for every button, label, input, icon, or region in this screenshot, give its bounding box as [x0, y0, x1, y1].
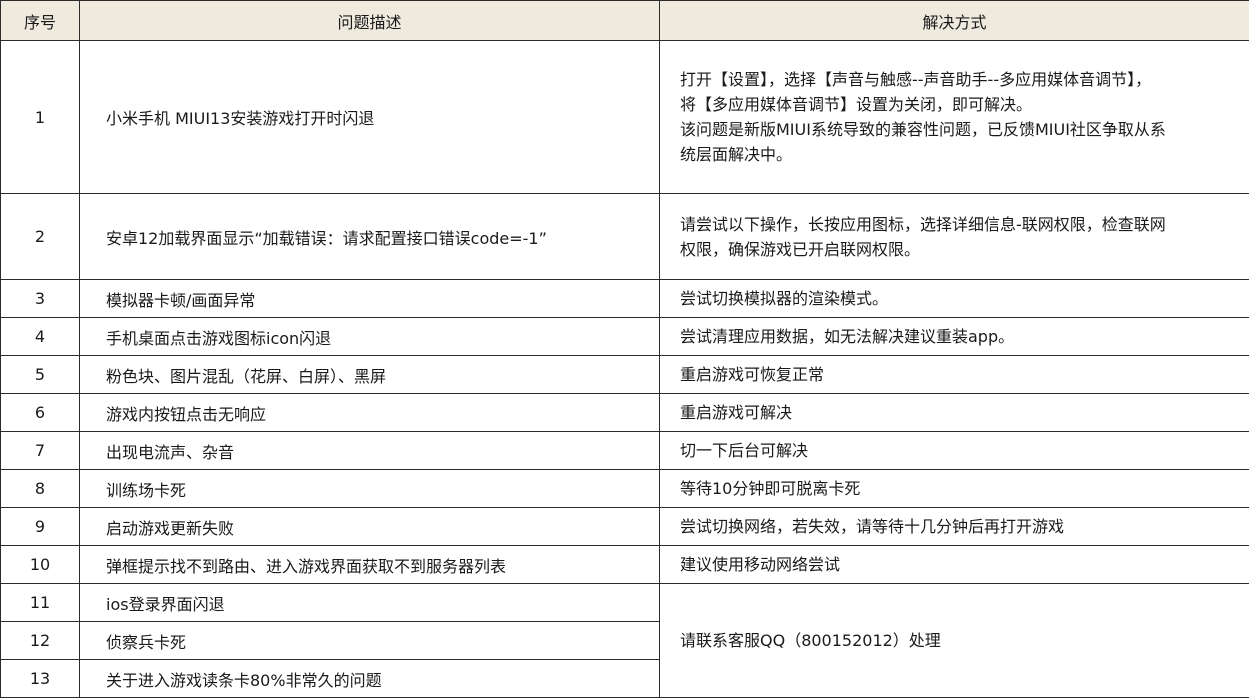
row-solution: 切一下后台可解决	[659, 431, 1249, 470]
solution-line: 将【多应用媒体音调节】设置为关闭，即可解决。	[680, 95, 1033, 114]
row-num: 11	[0, 583, 80, 622]
table-row: 8 训练场卡死 等待10分钟即可脱离卡死	[0, 469, 1249, 508]
row-solution: 重启游戏可解决	[659, 393, 1249, 432]
row-problem: 弹框提示找不到路由、进入游戏界面获取不到服务器列表	[79, 545, 660, 584]
row-num: 13	[0, 659, 80, 698]
row-num: 1	[0, 40, 80, 194]
row-num: 12	[0, 621, 80, 660]
row-problem: 手机桌面点击游戏图标icon闪退	[79, 317, 660, 356]
row-problem: 安卓12加载界面显示“加载错误：请求配置接口错误code=-1”	[79, 193, 660, 280]
table-row: 6 游戏内按钮点击无响应 重启游戏可解决	[0, 393, 1249, 432]
table-row: 2 安卓12加载界面显示“加载错误：请求配置接口错误code=-1” 请尝试以下…	[0, 193, 1249, 280]
solution-line: 该问题是新版MIUI系统导致的兼容性问题，已反馈MIUI社区争取从系	[680, 120, 1166, 139]
header-row: 序号 问题描述 解决方式	[0, 0, 1249, 41]
row-num: 5	[0, 355, 80, 394]
row-num: 3	[0, 279, 80, 318]
row-problem: 训练场卡死	[79, 469, 660, 508]
row-problem: 粉色块、图片混乱（花屏、白屏）、黑屏	[79, 355, 660, 394]
row-num: 6	[0, 393, 80, 432]
table-row: 4 手机桌面点击游戏图标icon闪退 尝试清理应用数据，如无法解决建议重装app…	[0, 317, 1249, 356]
table-row: 11 ios登录界面闪退 请联系客服QQ（800152012）处理	[0, 583, 1249, 698]
row-problem: 出现电流声、杂音	[79, 431, 660, 470]
solution-line: 打开【设置】，选择【声音与触感--声音助手--多应用媒体音调节】，	[680, 70, 1152, 89]
row-num: 7	[0, 431, 80, 470]
header-problem: 问题描述	[79, 0, 660, 41]
row-problem: 关于进入游戏读条卡80%非常久的问题	[79, 659, 660, 698]
row-solution: 建议使用移动网络尝试	[659, 545, 1249, 584]
row-problem: 模拟器卡顿/画面异常	[79, 279, 660, 318]
row-solution: 尝试切换模拟器的渲染模式。	[659, 279, 1249, 318]
solution-line: 统层面解决中。	[680, 145, 793, 164]
row-solution: 尝试清理应用数据，如无法解决建议重装app。	[659, 317, 1249, 356]
solution-line: 权限，确保游戏已开启联网权限。	[680, 239, 921, 259]
table-row: 3 模拟器卡顿/画面异常 尝试切换模拟器的渲染模式。	[0, 279, 1249, 318]
row-num: 2	[0, 193, 80, 280]
row-num: 4	[0, 317, 80, 356]
row-num: 9	[0, 507, 80, 546]
row-problem: 侦察兵卡死	[79, 621, 660, 660]
table-row: 5 粉色块、图片混乱（花屏、白屏）、黑屏 重启游戏可恢复正常	[0, 355, 1249, 394]
row-num: 10	[0, 545, 80, 584]
row-problem: 小米手机 MIUI13安装游戏打开时闪退	[79, 40, 660, 194]
row-solution: 打开【设置】，选择【声音与触感--声音助手--多应用媒体音调节】， 将【多应用媒…	[659, 40, 1249, 194]
row-solution-merged: 请联系客服QQ（800152012）处理	[659, 583, 1249, 698]
table-row: 10 弹框提示找不到路由、进入游戏界面获取不到服务器列表 建议使用移动网络尝试	[0, 545, 1249, 584]
table-row: 1 小米手机 MIUI13安装游戏打开时闪退 打开【设置】，选择【声音与触感--…	[0, 40, 1249, 194]
row-solution: 重启游戏可恢复正常	[659, 355, 1249, 394]
row-problem: 游戏内按钮点击无响应	[79, 393, 660, 432]
faq-table: 序号 问题描述 解决方式 1 小米手机 MIUI13安装游戏打开时闪退 打开【设…	[0, 0, 1249, 698]
header-num: 序号	[0, 0, 80, 41]
row-problem: ios登录界面闪退	[79, 583, 660, 622]
row-solution: 等待10分钟即可脱离卡死	[659, 469, 1249, 508]
row-problem: 启动游戏更新失败	[79, 507, 660, 546]
table-row: 7 出现电流声、杂音 切一下后台可解决	[0, 431, 1249, 470]
row-solution: 请尝试以下操作，长按应用图标，选择详细信息-联网权限，检查联网 权限，确保游戏已…	[659, 193, 1249, 280]
row-num: 8	[0, 469, 80, 508]
header-solution: 解决方式	[659, 0, 1249, 41]
solution-line: 请尝试以下操作，长按应用图标，选择详细信息-联网权限，检查联网	[680, 214, 1166, 234]
table-row: 9 启动游戏更新失败 尝试切换网络，若失效，请等待十几分钟后再打开游戏	[0, 507, 1249, 546]
row-solution: 尝试切换网络，若失效，请等待十几分钟后再打开游戏	[659, 507, 1249, 546]
